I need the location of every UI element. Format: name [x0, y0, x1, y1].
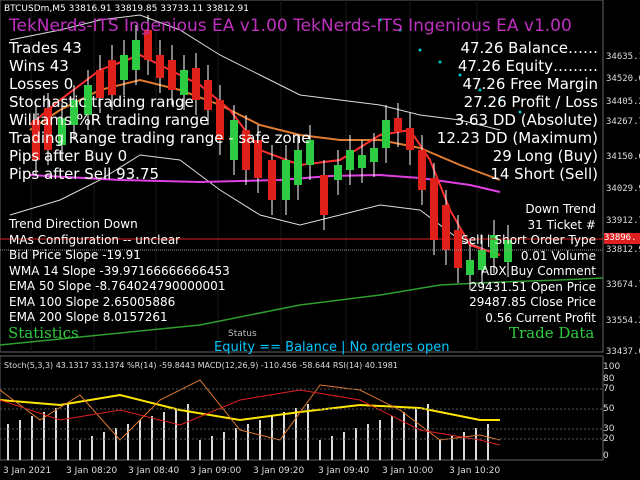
candle-body	[268, 160, 276, 200]
slope-line: WMA 14 Slope -39.97166666666453	[9, 263, 230, 278]
candle-body	[132, 40, 140, 70]
account-line: 47.26 Equity………	[457, 57, 598, 75]
price-tick: 33554.20	[606, 316, 640, 326]
candle-body	[406, 128, 414, 150]
trade-line: Sell | Short Order Type	[461, 233, 596, 247]
trade-line: 0.01 Volume	[520, 248, 596, 263]
time-tick: 3 Jan 08:40	[128, 466, 180, 476]
candle-body	[168, 60, 176, 90]
trade-line: 0.56 Current Profit	[485, 310, 596, 325]
indicator-header: Stoch(5,3,3) 43.1317 33.1374 %R(14) -59.…	[4, 361, 398, 370]
candle-body	[282, 160, 290, 200]
slope-line: EMA 100 Slope 2.65005886	[9, 294, 176, 309]
indicator-plots	[0, 379, 603, 460]
sar-dot	[418, 48, 422, 52]
price-tick: 33674.70	[606, 280, 640, 290]
trade-line: 29431.51 Open Price	[469, 279, 596, 294]
stat-line: Losses 0	[9, 75, 74, 93]
candle-body	[466, 260, 474, 275]
account-line: 47.26 Balance……	[460, 39, 598, 57]
stat-line: Williams %R trading range	[9, 111, 209, 129]
scale-tick: 0	[603, 451, 609, 461]
price-tick: 34029.90	[606, 184, 640, 194]
candle-body	[382, 120, 390, 148]
current-price-marker: 33896.	[604, 233, 640, 244]
ea-title: TekNerds-ITS Ingenious EA v1.00 TekNerds…	[9, 16, 572, 36]
time-tick: 3 Jan 09:00	[190, 466, 242, 476]
candle-body	[370, 148, 378, 162]
candle-body	[204, 80, 212, 110]
price-tick: 34405.25	[606, 97, 640, 107]
account-line: 14 Short (Sell)	[490, 165, 598, 183]
scale-tick: 70	[603, 384, 615, 394]
candle-body	[358, 155, 366, 168]
account-line: 29 Long (Buy)	[492, 147, 598, 165]
trade-line: ADX Buy Comment	[480, 264, 596, 278]
time-tick: 3 Jan 09:40	[318, 466, 370, 476]
sar-dot	[438, 60, 442, 64]
stat-line: Wins 43	[9, 57, 69, 75]
price-tick: 33812.9	[606, 245, 640, 255]
status-text: Equity == Balance | No orders open	[214, 340, 450, 355]
price-tick: 34635.10	[606, 52, 640, 62]
trade-data-label: Trade Data	[509, 324, 595, 342]
scale-tick: 100	[603, 362, 621, 372]
slope-line: EMA 200 Slope 8.0157261	[9, 310, 168, 324]
candle-body	[180, 70, 188, 95]
time-tick: 3 Jan 10:20	[449, 466, 501, 476]
time-tick: 3 Jan 08:20	[66, 466, 118, 476]
account-line: 27.26 Profit / Loss	[463, 93, 598, 111]
candle-body	[418, 150, 426, 190]
stat-line: Trades 43	[9, 39, 82, 57]
candle-body	[430, 178, 438, 240]
trade-line: 29487.85 Close Price	[469, 295, 596, 309]
candle-body	[334, 165, 342, 180]
scale-tick: 80	[603, 374, 615, 384]
indicator-window-frame	[0, 355, 604, 461]
time-tick: 3 Jan 10:00	[382, 466, 434, 476]
candle-body	[120, 55, 128, 80]
stat-line: Stochastic trading range	[9, 93, 194, 111]
account-line: 12.23 DD (Maximum)	[436, 129, 598, 147]
stat-line: Pips after Buy 0	[9, 147, 128, 165]
account-line: 3.63 DD (Absolute)	[454, 111, 598, 129]
time-tick: 3 Jan 2021	[3, 466, 52, 476]
candle-body	[108, 60, 116, 95]
slope-line: Bid Price Slope -19.91	[9, 248, 141, 262]
scale-tick: 30	[603, 424, 615, 434]
scale-tick: 50	[603, 404, 615, 414]
status-label: Status	[228, 329, 257, 339]
price-tick: 34150.60	[606, 152, 640, 162]
symbol-info: BTCUSDm,M5 33816.91 33819.85 33733.11 33…	[4, 4, 249, 14]
slope-line: MAs Configuration -- unclear	[9, 232, 181, 247]
candle-body	[294, 150, 302, 185]
trade-line: 31 Ticket #	[527, 217, 596, 232]
scale-tick: 20	[603, 434, 615, 444]
price-tick: 33437.00	[606, 347, 640, 357]
trade-line: Down Trend	[525, 202, 596, 216]
slope-line: Trend Direction Down	[9, 217, 138, 231]
candle-body	[394, 118, 402, 132]
slope-line: EMA 50 Slope -8.764024790000001	[9, 279, 226, 293]
candle-body	[346, 150, 354, 170]
stat-line: Pips after Sell 93.75	[9, 165, 160, 183]
candle-body	[442, 205, 450, 250]
candle-body	[156, 55, 164, 78]
account-line: 47.26 Free Margin	[462, 75, 598, 93]
stat-line: Trading Range trading range - safe zone	[9, 129, 311, 147]
price-tick: 34267.70	[606, 117, 640, 127]
candle-body	[320, 175, 328, 215]
statistics-label: Statistics	[8, 324, 79, 342]
price-tick: 33912.75	[606, 216, 640, 226]
price-tick: 34520.00	[606, 74, 640, 84]
time-tick: 3 Jan 09:20	[253, 466, 305, 476]
